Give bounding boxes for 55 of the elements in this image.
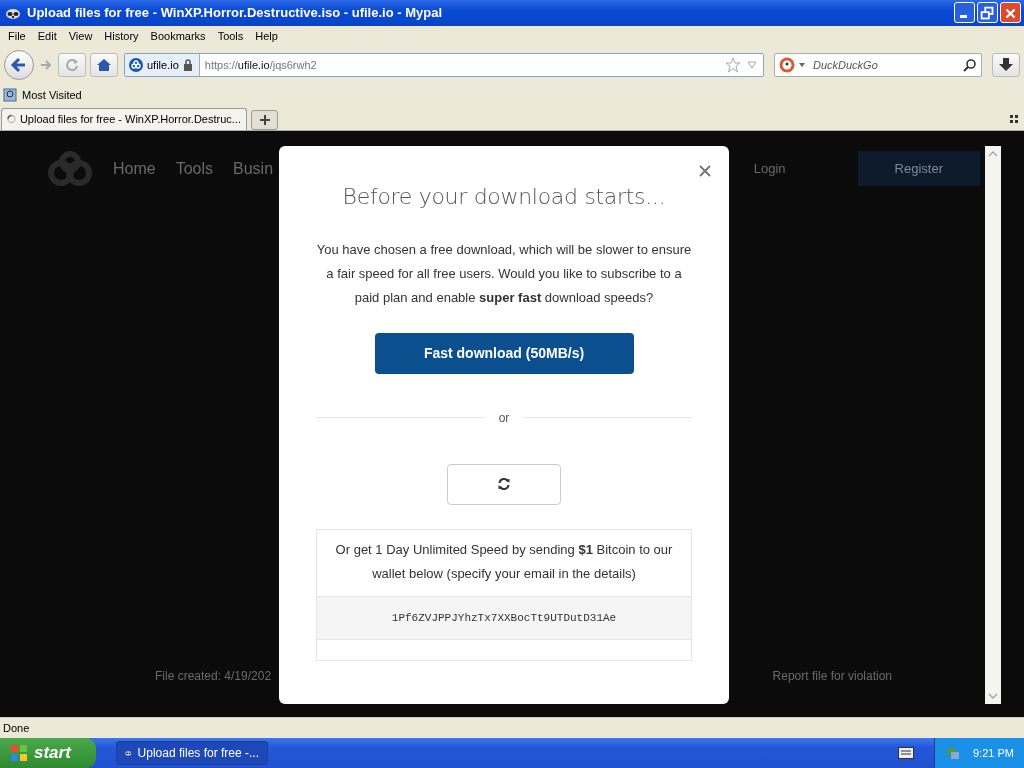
new-tab-button[interactable] bbox=[251, 109, 278, 130]
window-title: Upload files for free - WinXP.Horror.Destructive.iso - ufile.io - Mypal bbox=[27, 5, 443, 21]
home-icon bbox=[96, 56, 112, 73]
close-icon[interactable] bbox=[699, 164, 711, 177]
home-button[interactable] bbox=[90, 52, 118, 77]
lock-icon bbox=[182, 58, 193, 71]
register-button[interactable]: Register bbox=[857, 151, 980, 187]
plus-icon bbox=[258, 113, 271, 126]
status-text: Done bbox=[3, 722, 30, 734]
keyboard-icon[interactable] bbox=[898, 747, 914, 759]
clock-text: 9:21 PM bbox=[973, 747, 1014, 759]
bitcoin-message: Or get 1 Day Unlimited Speed by sending $1 Bitcoin to our wallet below (specify your email in the details) bbox=[334, 540, 674, 583]
menu-item[interactable]: Bookmarks bbox=[144, 29, 212, 42]
address-bar[interactable]: ufile.io https://ufile.io/jqs6rwh2 bbox=[124, 52, 764, 77]
taskbar-button[interactable]: Upload files for free -... bbox=[116, 741, 268, 765]
modal-message: You have chosen a free download, which will be slower to ensure a fair speed for all free users. Would you like to subscribe to a paid plan and enable super fast download speeds? bbox=[315, 240, 693, 307]
search-icon[interactable] bbox=[963, 57, 977, 72]
grid-icon[interactable] bbox=[1010, 114, 1018, 123]
file-created-text: File created: 4/19/202 bbox=[155, 669, 272, 684]
minimize-button[interactable] bbox=[954, 2, 975, 24]
or-divider-text: or bbox=[498, 410, 510, 425]
start-button[interactable]: start bbox=[0, 738, 96, 768]
login-link[interactable]: Login bbox=[753, 161, 786, 177]
nav-link[interactable]: Busin bbox=[233, 159, 274, 178]
download-icon bbox=[998, 56, 1014, 73]
back-button[interactable] bbox=[4, 49, 34, 80]
modal-title: Before your download starts... bbox=[342, 183, 666, 209]
menu-item[interactable]: Help bbox=[249, 29, 284, 42]
report-link[interactable]: Report file for violation bbox=[772, 669, 892, 684]
menu-item[interactable]: File bbox=[2, 29, 32, 42]
bookmark-item[interactable]: Most Visited bbox=[3, 87, 82, 102]
browser-tab[interactable]: Upload files for free - WinXP.Horror.Destruc... bbox=[1, 107, 247, 130]
caret-icon bbox=[798, 61, 806, 68]
url-text: https://ufile.io/jqs6rwh2 bbox=[203, 58, 318, 71]
windows-flag-icon bbox=[10, 744, 28, 762]
site-label: ufile.io bbox=[147, 58, 179, 71]
close-button[interactable] bbox=[1000, 2, 1021, 24]
scrollbar[interactable] bbox=[985, 145, 1001, 704]
download-button[interactable] bbox=[992, 52, 1020, 77]
site-identity[interactable]: ufile.io bbox=[125, 53, 200, 76]
menu-item[interactable]: View bbox=[62, 29, 99, 42]
star-icon[interactable] bbox=[725, 56, 741, 73]
menu-item[interactable]: Tools bbox=[211, 29, 250, 42]
wallet-address: 1Pf6ZVJPPJYhzTx7XXBocTt9UTDutD31Ae bbox=[316, 595, 692, 640]
restore-button[interactable] bbox=[977, 2, 998, 24]
fast-download-button[interactable]: Fast download (50MB/s) bbox=[374, 332, 634, 374]
search-bar[interactable]: DuckDuckGo bbox=[774, 52, 982, 77]
refresh-icon bbox=[497, 477, 511, 492]
nav-link[interactable]: Tools bbox=[175, 159, 214, 178]
menu-item[interactable]: History bbox=[98, 29, 145, 42]
nav-link[interactable]: Home bbox=[113, 159, 156, 178]
minimize-icon bbox=[960, 15, 967, 19]
reload-icon bbox=[64, 56, 80, 73]
menu-item[interactable]: Edit bbox=[31, 29, 63, 42]
logo-icon bbox=[47, 150, 93, 187]
